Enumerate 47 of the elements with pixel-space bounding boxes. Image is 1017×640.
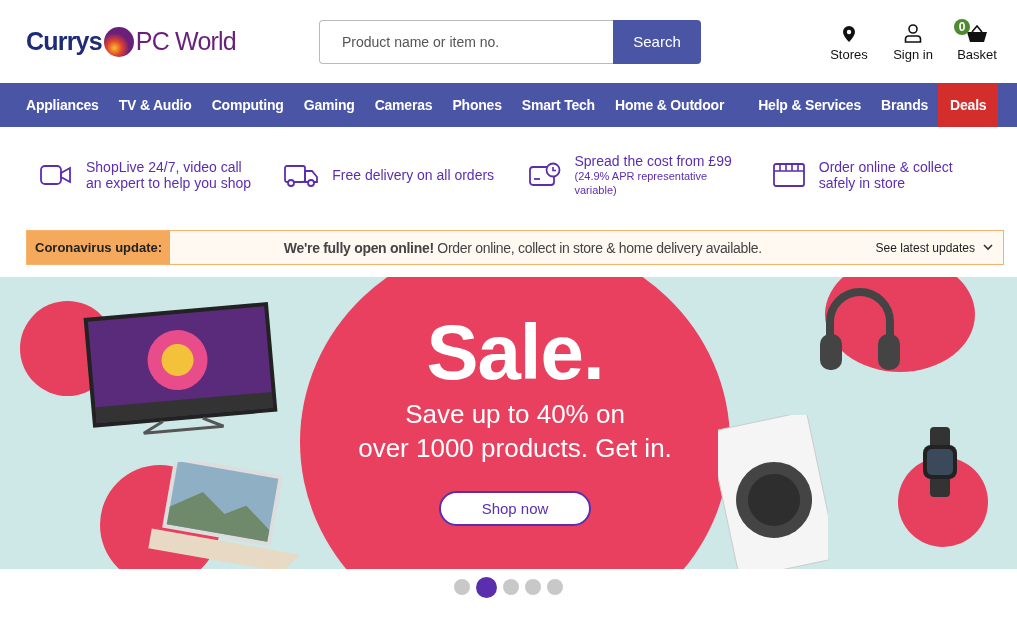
benefit-text: Free delivery on all orders: [332, 167, 496, 183]
person-icon: [904, 24, 922, 43]
nav-link[interactable]: Smart Tech: [511, 83, 605, 127]
smartwatch-drawing: [920, 427, 960, 497]
nav-link[interactable]: Brands: [871, 83, 939, 127]
carousel-dot[interactable]: [547, 579, 563, 595]
shopfront-icon: [772, 162, 805, 188]
carousel-dot[interactable]: [503, 579, 519, 595]
sale-subtext: Save up to 40% on: [405, 398, 625, 431]
sale-subtext: over 1000 products. Get in.: [358, 432, 672, 465]
logo-orb-icon: [103, 26, 134, 57]
nav-link[interactable]: Computing: [201, 83, 294, 127]
nav-link[interactable]: Appliances: [16, 83, 109, 127]
location-pin-icon: [842, 25, 856, 43]
sale-headline: Sale.: [426, 307, 604, 397]
header-link[interactable]: Sign in: [893, 21, 933, 62]
nav-link[interactable]: Deals: [938, 83, 999, 127]
nav-link[interactable]: Home & Outdoor: [605, 83, 735, 127]
logo-text: Currys: [26, 27, 102, 56]
benefit-note: (24.9% APR representative variable): [574, 169, 709, 197]
header-link[interactable]: Stores: [829, 21, 869, 62]
carousel-dot[interactable]: [476, 576, 497, 598]
basket-icon: [966, 25, 988, 43]
nav-link[interactable]: TV & Audio: [108, 83, 202, 127]
benefit-text: ShopLive 24/7, video call an expert to help you shop: [86, 159, 252, 191]
notice-message: We're fully open online! Order online, collect in store & home delivery available.: [282, 239, 763, 256]
benefit-text: Spread the cost from £99: [574, 153, 733, 169]
carousel-dot[interactable]: [454, 579, 470, 595]
truck-icon: [284, 163, 319, 187]
search-field[interactable]: Product name or item no.: [319, 19, 613, 64]
logo-text: PC World: [135, 27, 236, 56]
basket-count: 0: [954, 19, 970, 35]
header-link[interactable]: 0 Basket: [957, 21, 997, 62]
video-camera-icon: [40, 163, 72, 187]
carousel-dot[interactable]: [525, 579, 541, 595]
nav-link[interactable]: Phones: [442, 83, 512, 127]
chevron-icon: [983, 244, 993, 251]
card-clock-icon: [528, 162, 561, 188]
logo[interactable]: Currys PC World: [26, 26, 319, 57]
notice-label: Coronavirus update:: [27, 231, 171, 264]
search-button[interactable]: Search: [613, 19, 701, 64]
nav-link[interactable]: Gaming: [293, 83, 365, 127]
shop-now-button[interactable]: Shop now: [439, 491, 591, 526]
nav-link[interactable]: Help & Services: [748, 83, 872, 127]
latest-updates-link[interactable]: See latest updates: [875, 240, 1003, 255]
nav-link[interactable]: Cameras: [364, 83, 443, 127]
benefit-text: Order online & collect safely in store: [818, 159, 954, 191]
